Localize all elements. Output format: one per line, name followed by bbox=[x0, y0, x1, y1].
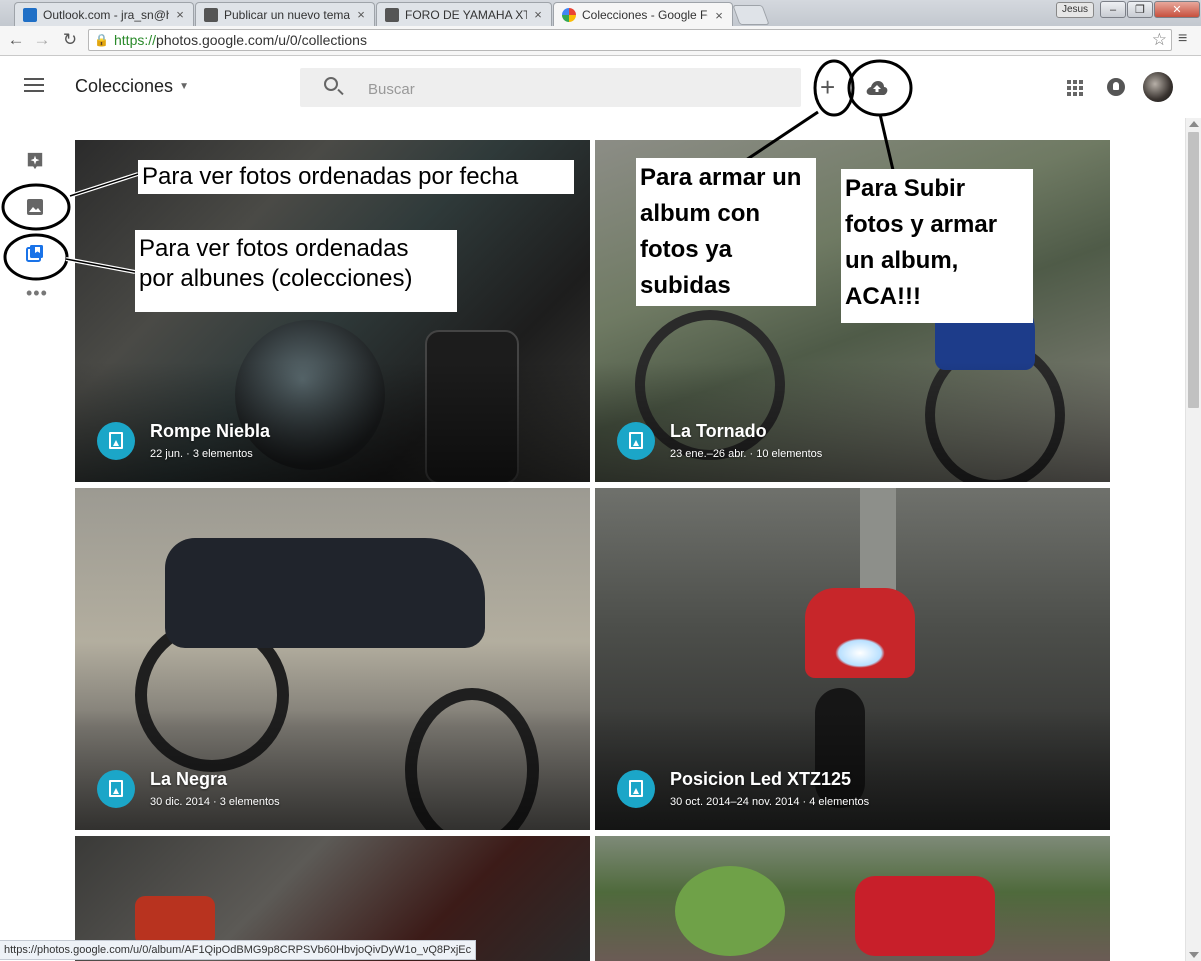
annotation-text: Para Subir bbox=[845, 175, 966, 202]
annotation-text: fotos y armar bbox=[845, 211, 998, 238]
annotation-text: fotos ya bbox=[640, 236, 733, 263]
annotation-create-album: Para armar un album con fotos ya subidas bbox=[636, 158, 816, 306]
annotation-text: Para ver fotos ordenadas bbox=[139, 235, 409, 262]
annotation-text: subidas bbox=[640, 272, 731, 299]
scroll-up-arrow-icon[interactable] bbox=[1189, 121, 1199, 127]
scrollbar[interactable] bbox=[1185, 118, 1201, 961]
scroll-thumb[interactable] bbox=[1188, 132, 1199, 408]
annotation-photos-by-date: Para ver fotos ordenadas por fecha bbox=[138, 160, 574, 194]
annotation-lines bbox=[65, 59, 913, 274]
status-url-bar: https://photos.google.com/u/0/album/AF1Q… bbox=[0, 940, 477, 960]
annotation-text: un album, bbox=[845, 247, 959, 274]
annotation-text: Para armar un bbox=[640, 164, 802, 191]
annotation-text: por albunes (colecciones) bbox=[139, 265, 413, 292]
annotation-upload: Para Subir fotos y armar un album, ACA!!… bbox=[841, 169, 1033, 323]
scroll-down-arrow-icon[interactable] bbox=[1189, 952, 1199, 958]
annotation-text: Para ver fotos ordenadas por fecha bbox=[142, 163, 519, 190]
annotation-text: ACA!!! bbox=[845, 283, 921, 310]
annotation-text: album con bbox=[640, 200, 761, 227]
annotation-albums: Para ver fotos ordenadas por albunes (co… bbox=[135, 230, 457, 312]
